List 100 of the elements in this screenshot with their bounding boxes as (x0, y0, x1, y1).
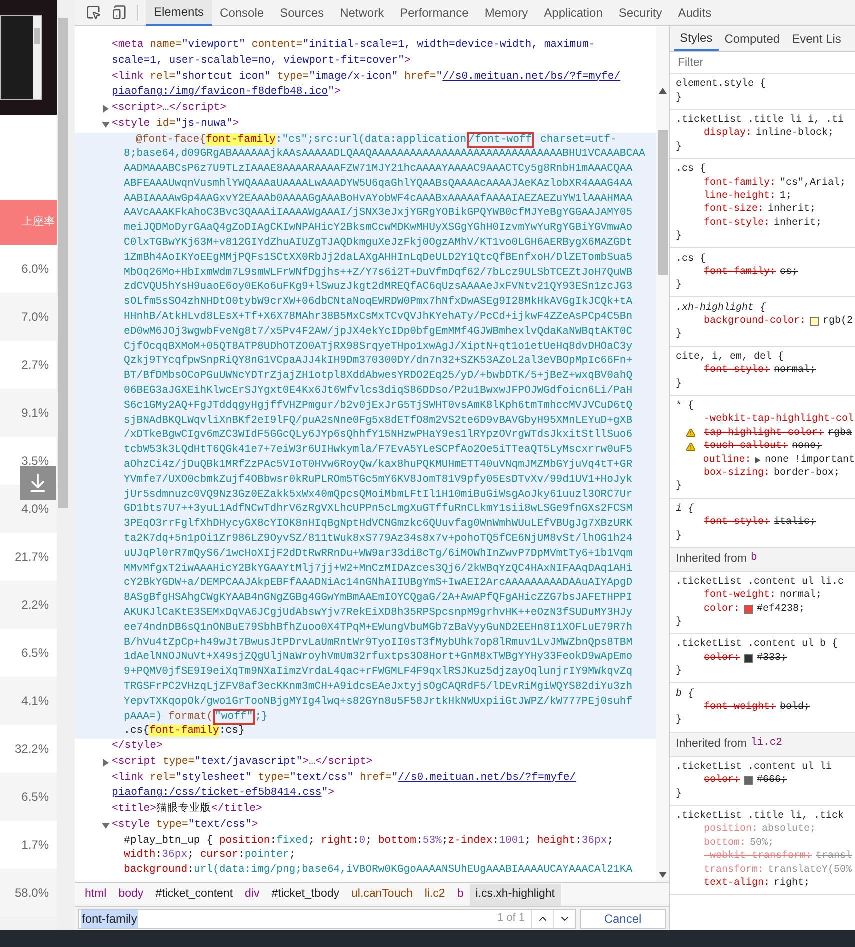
css-selector: element.style { (676, 78, 766, 92)
filter-field[interactable]: Filter (670, 52, 855, 74)
devtools-tab[interactable]: Elements (146, 0, 212, 26)
scroll-down-icon[interactable] (658, 872, 666, 878)
breadcrumb[interactable]: li.c2 (418, 884, 452, 906)
table-cell-text: 32.2% (14, 741, 49, 758)
css-property: background-color: (704, 314, 806, 330)
dom-tree-row[interactable]: <script>…</script> (75, 101, 656, 117)
table-cell-text: 58.0% (14, 885, 49, 902)
breadcrumb[interactable]: body (112, 884, 150, 906)
dom-tree-row[interactable]: .cs{font-family:cs} (75, 724, 656, 740)
dom-tree-row[interactable]: #play_btn_up { position:fixed; right:0; bottom:53%;z-index:1001; height:36px; (75, 834, 656, 848)
dom-tree-row[interactable]: <link rel="stylesheet" type="text/css" href="//s0.meituan.net/bs/?f=myfe/ (75, 770, 656, 786)
link[interactable]: //s0.meituan.net/bs/?f=myfe/ (398, 772, 576, 784)
css-selector: .ticketList .title li i, .ti (676, 114, 844, 128)
table-cell-text: 2.2% (22, 597, 49, 614)
css-value: normal; (780, 588, 822, 604)
dom-tree-row[interactable]: piaofang:/css/ticket-ef5b8414.css"> (75, 786, 656, 802)
dom-tree-row[interactable]: width:36px; cursor:pointer; (75, 848, 656, 864)
closing-brace: } (676, 616, 682, 630)
css-property: text-align: (704, 876, 770, 891)
breadcrumb[interactable]: i.cs.xh-highlight (470, 884, 561, 906)
devtools-tab[interactable]: Security (610, 0, 670, 26)
code-line: <style id="js-nuwa"> (112, 116, 240, 132)
table-cell-text: 6.5% (22, 789, 49, 806)
css-property: font-weight: (704, 700, 776, 716)
devtools-tab[interactable]: Memory (476, 0, 536, 26)
css-selector: * { (676, 400, 694, 414)
sidebar-tab[interactable]: Styles (674, 26, 719, 51)
scrollbar[interactable] (33, 16, 41, 99)
sidebar-tab[interactable]: Event Lis (786, 26, 848, 51)
color-swatch[interactable] (810, 317, 820, 326)
css-selector: .ticketList .title li, .tick (676, 810, 844, 824)
scrollbar[interactable] (656, 26, 669, 882)
color-swatch[interactable] (744, 776, 754, 786)
dom-tree-row[interactable]: <title>猫眼专业版</title> (75, 802, 656, 818)
scroll-box[interactable] (0, 15, 42, 100)
scrollbar-thumb[interactable] (58, 18, 68, 508)
link[interactable]: piaofang:/img/favicon-f8defb48.ico (112, 86, 328, 98)
collapsed-triangle-icon[interactable] (102, 104, 110, 113)
download-button[interactable] (20, 466, 56, 500)
color-swatch[interactable] (744, 654, 754, 663)
closing-brace: } (676, 788, 682, 802)
css-property: font-style: (704, 516, 770, 530)
devtools-tab[interactable]: Performance (392, 0, 477, 26)
sidebar-tab[interactable]: Computed (718, 26, 786, 51)
scroll-up-icon[interactable] (658, 88, 666, 94)
breadcrumb[interactable]: #ticket_content (150, 884, 240, 906)
closing-brace: } (676, 530, 682, 544)
css-value: rgba (828, 426, 852, 441)
expanded-triangle-icon[interactable] (102, 822, 110, 830)
dom-tree-row[interactable]: <meta name="viewport" content="initial-scale=1, width=device-width, maximum- (75, 38, 656, 54)
expanded-triangle-icon[interactable] (102, 120, 110, 129)
dom-tree-row[interactable]: scale=1, user-scalable=no, viewport-fit=cover"> (75, 54, 656, 70)
table-cell-text: 6.0% (22, 261, 49, 278)
css-property: color: (704, 774, 740, 788)
css-selector: .ticketList .content ul b { (676, 638, 838, 652)
css-value: bold; (780, 700, 810, 716)
dom-tree-row[interactable]: <script type="text/javascript">…</script> (75, 754, 656, 771)
css-property: tap-highlight-color: (704, 426, 824, 440)
devtools-tab[interactable]: Sources (272, 0, 332, 26)
breadcrumb[interactable]: ul.canTouch (346, 884, 419, 906)
search-field[interactable]: font-family 1 of 1 (78, 908, 576, 928)
collapsed-triangle-icon[interactable] (102, 758, 110, 767)
table-cell-text: 21.7% (14, 549, 49, 566)
dom-tree-row[interactable]: <style id="js-nuwa"> (75, 116, 656, 132)
breadcrumb[interactable]: html (79, 884, 113, 906)
breadcrumb[interactable]: b (451, 884, 470, 906)
link[interactable]: //s0.meituan.net/bs/?f=myfe/ (442, 70, 621, 82)
css-property: font-style: (704, 216, 770, 231)
breadcrumb[interactable]: #ticket_tbody (266, 884, 346, 906)
scrollbar-thumb[interactable] (658, 130, 668, 275)
cancel-button[interactable]: Cancel (580, 908, 666, 928)
devtools-tab[interactable]: Audits (670, 0, 720, 26)
dom-tree-row[interactable]: <link rel="shortcut icon" type="image/x-icon" href="//s0.meituan.net/bs/?f=myfe/ (75, 70, 656, 86)
table-cell-text: 1.7% (22, 837, 49, 854)
dom-tree-row[interactable]: pAAA=) format( "woff" ;} (75, 710, 656, 724)
expand-triangle-icon[interactable] (755, 456, 761, 464)
inherited-node[interactable]: li.c2 (750, 736, 782, 752)
devtools-tab[interactable]: Application (536, 0, 611, 26)
code-line: <meta name="viewport" content="initial-scale=1, width=device-width, maximum- (112, 38, 596, 53)
code-line: width:36px; cursor:pointer; (124, 848, 296, 864)
css-value: inherit; (774, 216, 822, 231)
dom-tree-row[interactable]: <style type="text/css"> (75, 818, 656, 834)
inherited-node[interactable]: b (750, 551, 758, 568)
breadcrumb[interactable]: div (239, 884, 266, 906)
link[interactable]: piaofang:/css/ticket-ef5b8414.css (112, 787, 322, 800)
devtools-tab[interactable]: Network (332, 0, 392, 26)
color-swatch[interactable] (744, 604, 754, 614)
css-property: touch-callout: (704, 440, 788, 454)
css-value: normal; (774, 364, 816, 378)
dom-tree-row[interactable]: @font-face{font-family:"cs";src:url(data:application /font-woff charset=utf- (75, 132, 656, 148)
table-cell-text: 3.5% (22, 453, 49, 470)
code-line: <title>猫眼专业版</title> (112, 802, 262, 818)
dom-tree-row[interactable]: </style> (75, 739, 656, 755)
devtools-tab[interactable]: Console (212, 0, 272, 26)
css-value: #333; (757, 652, 788, 666)
css-property: font-family: (704, 266, 776, 280)
dom-tree-row[interactable]: piaofang:/img/favicon-f8defb48.ico"> (75, 85, 656, 101)
code-line: #play_btn_up { position:fixed; right:0; bottom:53%;z-index:1001; height:36px; (124, 834, 614, 848)
